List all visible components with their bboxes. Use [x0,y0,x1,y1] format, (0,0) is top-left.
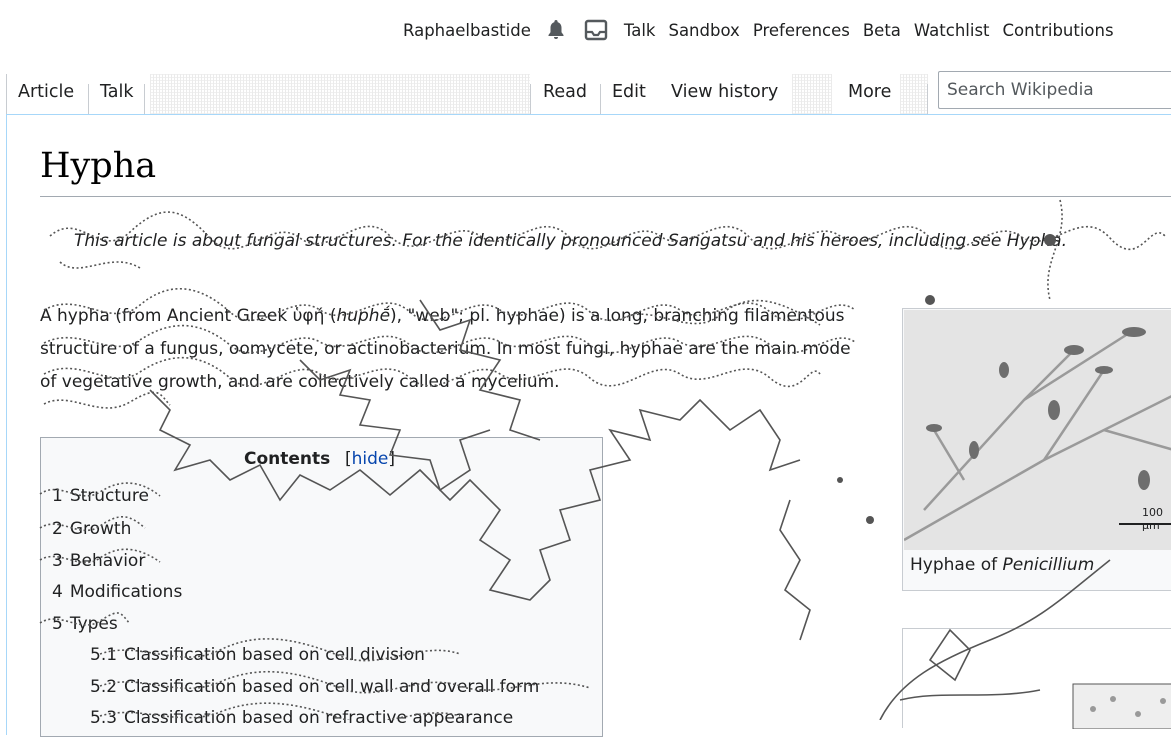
toc-number: 1 [52,486,63,506]
beta-link[interactable]: Beta [863,21,901,40]
talk-link[interactable]: Talk [624,21,656,40]
diagram-thumbnail[interactable] [902,628,1171,730]
tab-separator [6,74,7,114]
toc-item-structure[interactable]: 1 Structure [52,486,149,506]
toc-hide-link[interactable]: hide [352,449,389,469]
intro-text: A hypha (from Ancient Greek [40,306,293,326]
hatnote: This article is about fungal structures.… [74,231,1067,251]
penicillium-image[interactable] [904,310,1171,550]
toc-label: Modifications [69,582,183,602]
toc-toggle-bracket: [ [345,449,352,469]
toc-item-modifications[interactable]: 4 Modifications [52,582,182,602]
search-input[interactable] [938,71,1171,109]
toc-toggle-bracket: ] [388,449,396,469]
caption-genus: Penicillium [1002,555,1095,575]
toc-number: 5.2 [90,677,118,697]
tab-edit[interactable]: Edit [612,82,646,102]
intro-text: ( [324,306,337,326]
tab-bar-filler [900,74,928,114]
hypha-diagram-image [903,629,1171,730]
watchlist-link[interactable]: Watchlist [914,21,990,40]
tab-bar-filler [792,74,832,114]
tab-separator [927,84,928,114]
tab-bar-filler [150,74,530,114]
contributions-link[interactable]: Contributions [1003,21,1114,40]
tab-view-history[interactable]: View history [671,82,778,102]
bell-icon[interactable] [544,18,568,42]
toc-item-classification-division[interactable]: 5.1 Classification based on cell division [90,645,425,665]
toc-item-classification-refractive[interactable]: 5.3 Classification based on refractive ap… [90,708,513,728]
toc-number: 2 [52,519,63,539]
toc-number: 3 [52,551,63,571]
tab-more[interactable]: More [848,82,891,102]
user-page-link[interactable]: Raphaelbastide [403,21,531,40]
toc-label: Classification based on cell division [124,645,425,665]
image-caption: Hyphae of Penicillium [910,555,1094,575]
toc-title: Contents [244,449,331,469]
personal-toolbar: Raphaelbastide Talk Sandbox Preferences … [403,18,1127,42]
tab-talk[interactable]: Talk [100,82,134,102]
tab-separator [88,84,89,114]
greek-term: ὑφή [292,306,325,326]
tab-separator [144,84,145,114]
tab-article[interactable]: Article [18,82,74,102]
toc-item-behavior[interactable]: 3 Behavior [52,551,145,571]
toc-label: Classification based on refractive appea… [124,708,514,728]
toc-number: 5.1 [90,645,118,665]
toc-item-classification-wall[interactable]: 5.2 Classification based on cell wall and… [90,677,539,697]
scale-bar-label: 100 µm [1142,506,1163,532]
preferences-link[interactable]: Preferences [753,21,850,40]
title-divider [40,196,1171,197]
toc-label: Growth [69,519,132,539]
sandbox-link[interactable]: Sandbox [668,21,739,40]
toc-label: Types [69,614,118,634]
toc-item-growth[interactable]: 2 Growth [52,519,131,539]
caption-text: Hyphae of [910,555,1003,575]
page-title: Hypha [40,146,157,186]
transliteration: huphḗ [336,306,391,326]
toc-toggle: [hide] [345,449,395,469]
toc-label: Structure [69,486,149,506]
tab-read[interactable]: Read [543,82,587,102]
intro-paragraph: A hypha (from Ancient Greek ὑφή (huphḗ),… [40,300,860,399]
toc-number: 4 [52,582,63,602]
toc-number: 5.3 [90,708,118,728]
toc-label: Classification based on cell wall and ov… [124,677,540,697]
toc-item-types[interactable]: 5 Types [52,614,118,634]
toc-label: Behavior [69,551,146,571]
inbox-icon[interactable] [583,18,609,42]
tab-separator [530,84,531,114]
toc-number: 5 [52,614,63,634]
tab-separator [600,84,601,114]
